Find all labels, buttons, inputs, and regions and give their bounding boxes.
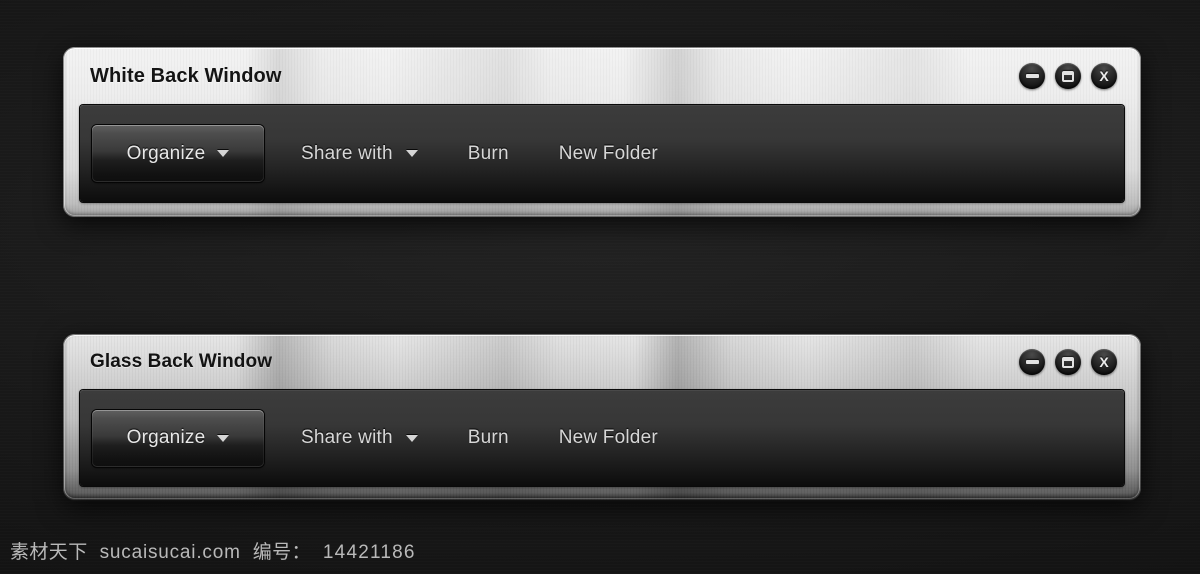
chevron-down-icon [405, 150, 418, 157]
glass-back-window: Glass Back Window X Organize Share with … [63, 334, 1141, 500]
close-button[interactable]: X [1091, 349, 1117, 375]
chevron-down-icon [217, 150, 230, 157]
chevron-down-icon [405, 434, 418, 442]
toolbar-item-share-with[interactable]: Share with [282, 125, 437, 182]
minimize-icon [1025, 360, 1039, 364]
window-controls: X [1019, 63, 1117, 89]
toolbar-items: Organize Share with Burn New Folder [80, 125, 677, 182]
toolbar-item-label: Burn [467, 142, 509, 164]
toolbar-item-burn[interactable]: Burn [449, 125, 528, 182]
window-controls: X [1019, 349, 1117, 375]
titlebar[interactable]: Glass Back Window X [63, 334, 1141, 390]
watermark-id-label: 编号： [252, 542, 311, 563]
minimize-button[interactable] [1019, 349, 1045, 375]
toolbar-item-share-with[interactable]: Share with [282, 410, 437, 467]
watermark-brand: 素材天下 [10, 542, 88, 563]
organize-button-label: Organize [126, 427, 206, 448]
maximize-button[interactable] [1055, 63, 1081, 89]
toolbar-item-label: New Folder [558, 142, 658, 164]
close-icon: X [1099, 354, 1109, 370]
toolbar-panel: Organize Share with Burn New Folder [80, 390, 1124, 486]
toolbar-item-label: Share with [301, 427, 393, 448]
page-background: White Back Window X Organize Share with … [0, 0, 1200, 574]
maximize-icon [1062, 356, 1074, 368]
toolbar-item-new-folder[interactable]: New Folder [540, 125, 677, 182]
organize-button[interactable]: Organize [92, 409, 264, 467]
toolbar-panel: Organize Share with Burn New Folder [80, 105, 1124, 202]
minimize-button[interactable] [1019, 63, 1045, 89]
organize-button-label: Organize [126, 142, 206, 164]
close-icon: X [1099, 68, 1109, 84]
minimize-icon [1025, 74, 1039, 78]
toolbar-item-burn[interactable]: Burn [449, 410, 528, 467]
watermark-id-value: 14421186 [322, 542, 416, 563]
watermark: 素材天下 sucaisucai.com 编号： 14421186 [10, 537, 416, 564]
organize-button[interactable]: Organize [92, 125, 264, 182]
window-title: White Back Window [90, 64, 282, 87]
toolbar-item-label: New Folder [558, 427, 658, 448]
watermark-site: sucaisucai.com [99, 542, 241, 563]
toolbar-item-label: Burn [467, 427, 509, 448]
close-button[interactable]: X [1091, 63, 1117, 89]
toolbar-item-label: Share with [301, 142, 393, 164]
maximize-icon [1062, 70, 1074, 82]
toolbar-item-new-folder[interactable]: New Folder [540, 410, 677, 467]
chevron-down-icon [217, 434, 230, 442]
window-title: Glass Back Window [90, 351, 273, 372]
toolbar-items: Organize Share with Burn New Folder [80, 409, 677, 467]
titlebar[interactable]: White Back Window X [63, 47, 1141, 105]
maximize-button[interactable] [1055, 349, 1081, 375]
white-back-window: White Back Window X Organize Share with … [63, 47, 1141, 217]
